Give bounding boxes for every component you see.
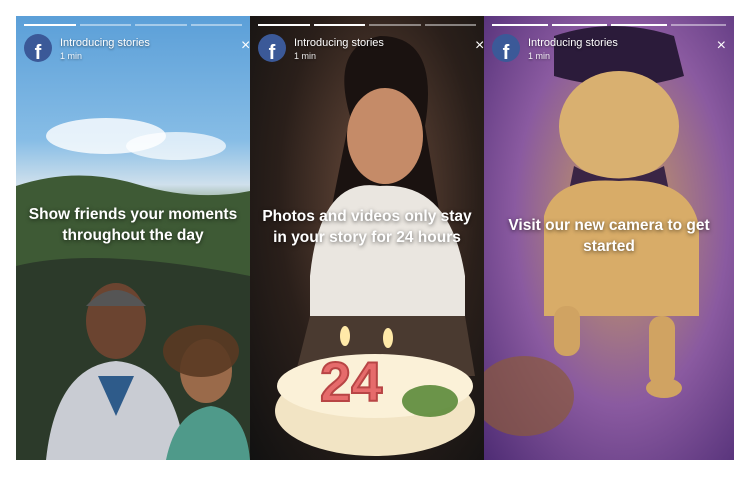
story-caption: Photos and videos only stay in your stor… bbox=[262, 208, 472, 246]
progress-bar bbox=[492, 24, 726, 26]
close-icon[interactable]: × bbox=[241, 38, 250, 54]
story-header: f Introducing stories 1 min bbox=[24, 34, 242, 66]
progress-segment bbox=[135, 24, 187, 26]
progress-segment bbox=[551, 24, 607, 26]
story-panel-1[interactable]: f Introducing stories 1 min Show friends… bbox=[16, 16, 250, 460]
story-time: 1 min bbox=[294, 51, 317, 61]
facebook-logo-icon[interactable]: f bbox=[258, 34, 286, 62]
story-title[interactable]: Introducing stories bbox=[60, 37, 150, 49]
progress-segment bbox=[190, 24, 242, 26]
story-header: f Introducing stories 1 min bbox=[258, 34, 476, 66]
facebook-logo-icon[interactable]: f bbox=[24, 34, 52, 62]
close-icon[interactable]: × bbox=[717, 38, 726, 54]
close-icon[interactable]: × bbox=[475, 38, 484, 54]
progress-bar bbox=[24, 24, 242, 26]
facebook-logo-icon[interactable]: f bbox=[492, 34, 520, 62]
story-panel-3[interactable]: f Introducing stories 1 min × Visit our … bbox=[484, 16, 734, 460]
story-time: 1 min bbox=[60, 51, 83, 61]
progress-segment bbox=[424, 24, 476, 26]
progress-segment bbox=[611, 24, 667, 26]
cake-candle-number: 24 bbox=[320, 350, 382, 413]
story-title[interactable]: Introducing stories bbox=[294, 37, 384, 49]
progress-segment bbox=[313, 24, 365, 26]
progress-bar bbox=[258, 24, 476, 26]
story-panel-2[interactable]: 24 f Introducing stories 1 min Photos an… bbox=[250, 16, 484, 460]
progress-segment bbox=[369, 24, 421, 26]
story-time: 1 min bbox=[528, 51, 551, 61]
progress-segment bbox=[492, 24, 548, 26]
progress-segment bbox=[670, 24, 726, 26]
story-caption: Show friends your moments throughout the… bbox=[28, 206, 238, 244]
story-caption: Visit our new camera to get started bbox=[508, 217, 710, 255]
story-header: f Introducing stories 1 min × bbox=[492, 34, 726, 66]
story-title[interactable]: Introducing stories bbox=[528, 37, 618, 49]
progress-segment bbox=[24, 24, 76, 26]
progress-segment bbox=[258, 24, 310, 26]
progress-segment bbox=[79, 24, 131, 26]
